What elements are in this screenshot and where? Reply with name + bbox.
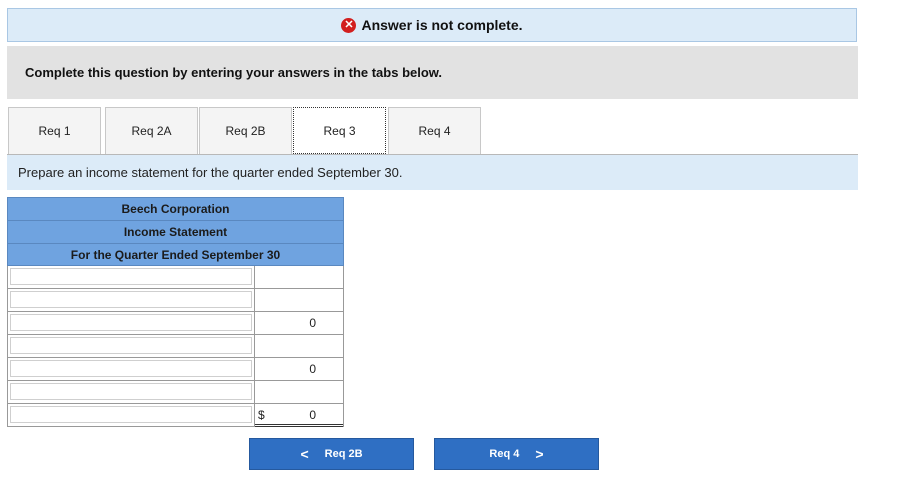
- prev-button[interactable]: < Req 2B: [249, 438, 414, 470]
- tab-label: Req 3: [323, 123, 356, 138]
- tab-req-2b[interactable]: Req 2B: [199, 107, 292, 154]
- statement-row: [7, 266, 344, 289]
- x-circle-icon: ✕: [341, 17, 357, 33]
- next-button-label: Req 4: [489, 448, 520, 460]
- statement-row: 0: [7, 312, 344, 335]
- statement-row-total: $ 0: [7, 404, 344, 427]
- tab-req-1[interactable]: Req 1: [8, 107, 101, 154]
- banner-text: Answer is not complete.: [361, 17, 523, 33]
- statement-title: Income Statement: [7, 220, 344, 243]
- label-input[interactable]: [10, 337, 252, 354]
- statement-row: [7, 335, 344, 358]
- tab-req-4[interactable]: Req 4: [388, 107, 481, 154]
- total-value: 0: [309, 408, 316, 422]
- prev-button-label: Req 2B: [324, 448, 363, 460]
- label-input[interactable]: [10, 268, 252, 285]
- prompt-text: Prepare an income statement for the quar…: [18, 165, 403, 180]
- subtotal-cell: 0: [309, 362, 316, 376]
- answer-status-banner: ✕ Answer is not complete.: [7, 8, 857, 42]
- amount-input[interactable]: [255, 335, 343, 357]
- subtotal-cell: 0: [309, 316, 316, 330]
- label-input[interactable]: [10, 406, 252, 423]
- tab-req-3[interactable]: Req 3: [293, 107, 386, 154]
- statement-row: 0: [7, 358, 344, 381]
- chevron-left-icon: <: [300, 446, 309, 462]
- tab-label: Req 4: [418, 124, 451, 138]
- company-name: Beech Corporation: [7, 197, 344, 220]
- statement-period: For the Quarter Ended September 30: [7, 243, 344, 266]
- amount-input[interactable]: [255, 266, 343, 288]
- chevron-right-icon: >: [535, 446, 544, 462]
- amount-input[interactable]: [255, 289, 343, 311]
- tab-label: Req 2A: [131, 124, 172, 138]
- amount-input[interactable]: [255, 381, 343, 403]
- statement-row: [7, 289, 344, 312]
- income-statement: Beech Corporation Income Statement For t…: [7, 197, 344, 427]
- instruction-text: Complete this question by entering your …: [25, 65, 443, 80]
- label-input[interactable]: [10, 383, 252, 400]
- label-input[interactable]: [10, 291, 252, 308]
- label-input[interactable]: [10, 314, 252, 331]
- next-button[interactable]: Req 4 >: [434, 438, 599, 470]
- statement-row: [7, 381, 344, 404]
- instruction-bar: Complete this question by entering your …: [7, 46, 858, 99]
- tab-label: Req 1: [38, 124, 71, 138]
- label-input[interactable]: [10, 360, 252, 377]
- total-cell: $ 0: [255, 404, 343, 427]
- tab-label: Req 2B: [225, 124, 266, 138]
- question-prompt: Prepare an income statement for the quar…: [7, 155, 858, 190]
- double-underline: [255, 424, 343, 427]
- dollar-sign: $: [258, 408, 265, 422]
- tab-req-2a[interactable]: Req 2A: [105, 107, 198, 154]
